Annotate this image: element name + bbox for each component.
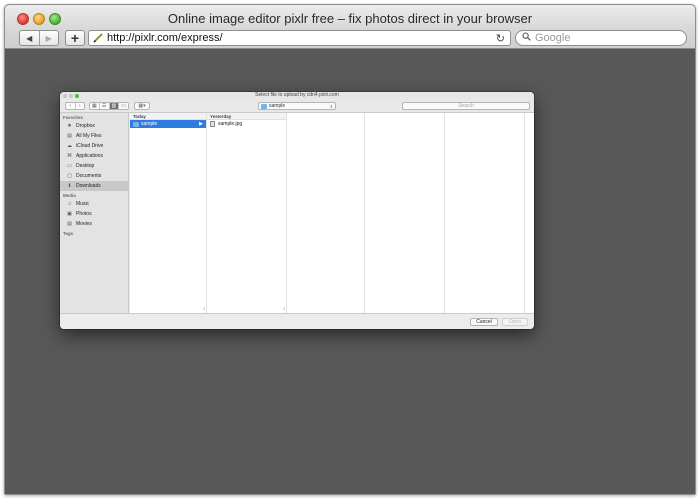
documents-icon: ▢ [67, 173, 72, 179]
empty-column [445, 113, 525, 313]
sidebar-item-desktop[interactable]: ▭ Desktop [60, 161, 128, 171]
file-label: sample.jpg [218, 121, 243, 127]
sidebar-item-applications[interactable]: ⌘ Applications [60, 151, 128, 161]
sidebar-item-label: Dropbox [76, 123, 95, 129]
sidebar-item-label: Photos [76, 211, 92, 217]
sidebar-item-label: Desktop [76, 163, 95, 169]
dialog-nav-buttons: ‹ › [65, 102, 85, 110]
browser-window: Online image editor pixlr free – fix pho… [4, 4, 696, 495]
sidebar-item-photos[interactable]: ▣ Photos [60, 209, 128, 219]
dialog-forward-icon[interactable]: › [74, 103, 85, 109]
url-text: http://pixlr.com/express/ [107, 32, 223, 44]
sidebar-item-label: Applications [76, 153, 103, 159]
file-row-sample-jpg[interactable]: sample.jpg [207, 120, 286, 128]
pencil-favicon-icon [93, 33, 103, 43]
page-content: Select file to upload by cdn4.pixlr.com … [5, 50, 695, 494]
dialog-sidebar: Favorites ❖ Dropbox ▤ All My Files ☁ iCl… [60, 113, 129, 313]
column-header: Yesterday [207, 113, 286, 120]
empty-column [365, 113, 445, 313]
sidebar-item-label: Documents [76, 173, 102, 179]
empty-column [287, 113, 365, 313]
back-arrow-icon[interactable]: ◀ [20, 31, 40, 45]
column-browser: Today sample ▶ ‖ Yesterday sample.jpg ‖ [130, 113, 534, 313]
popup-arrows-icon: ⇕ [329, 104, 333, 109]
close-window-button[interactable] [17, 13, 29, 25]
search-icon [522, 32, 531, 44]
applications-icon: ⌘ [67, 153, 72, 159]
downloads-icon: ⬇ [67, 183, 72, 189]
open-button[interactable]: Open [502, 318, 528, 326]
sidebar-item-music[interactable]: ♫ Music [60, 199, 128, 209]
tags-header: Tags [63, 231, 74, 236]
search-field[interactable] [515, 30, 687, 46]
sidebar-item-downloads[interactable]: ⬇ Downloads [60, 181, 128, 191]
folder-label: sample [141, 121, 158, 127]
disclosure-arrow-icon: ▶ [199, 121, 203, 127]
path-popup-label: sample [269, 103, 286, 109]
dialog-footer: Cancel Open [60, 313, 534, 329]
sidebar-item-dropbox[interactable]: ❖ Dropbox [60, 121, 128, 131]
zoom-window-button[interactable] [49, 13, 61, 25]
file-upload-dialog: Select file to upload by cdn4.pixlr.com … [60, 92, 534, 329]
sidebar-item-movies[interactable]: ▤ Movies [60, 219, 128, 229]
column-today: Today sample ▶ ‖ [130, 113, 207, 313]
folder-row-sample[interactable]: sample ▶ [130, 120, 206, 128]
navigation-buttons: ◀ ▶ [19, 30, 59, 46]
dialog-title: Select file to upload by cdn4.pixlr.com [255, 92, 339, 98]
arrange-icon[interactable]: ▦▾ [135, 103, 149, 109]
window-title: Online image editor pixlr free – fix pho… [167, 11, 533, 26]
dialog-titlebar: Select file to upload by cdn4.pixlr.com [60, 92, 534, 99]
sidebar-item-documents[interactable]: ▢ Documents [60, 171, 128, 181]
reload-icon[interactable]: ↻ [496, 32, 505, 45]
minimize-window-button[interactable] [33, 13, 45, 25]
dialog-toolbar: ‹ › ▦ ☰ ▥ ▭ ▦▾ sample ⇕ Search [60, 99, 534, 113]
movies-icon: ▤ [67, 221, 72, 227]
cancel-button[interactable]: Cancel [470, 318, 498, 326]
sidebar-item-all-my-files[interactable]: ▤ All My Files [60, 131, 128, 141]
cover-flow-icon[interactable]: ▭ [118, 103, 128, 109]
music-icon: ♫ [67, 201, 72, 207]
path-popup-button[interactable]: sample ⇕ [258, 102, 336, 110]
browser-toolbar: Online image editor pixlr free – fix pho… [5, 5, 695, 49]
column-view-icon[interactable]: ▥ [108, 103, 119, 109]
cloud-icon: ☁ [67, 143, 72, 149]
all-files-icon: ▤ [67, 133, 72, 139]
photos-icon: ▣ [67, 211, 72, 217]
sidebar-item-label: Movies [76, 221, 92, 227]
address-bar[interactable]: http://pixlr.com/express/ ↻ [88, 30, 511, 46]
folder-icon [261, 103, 267, 109]
dialog-search-field[interactable]: Search [402, 102, 530, 110]
media-header: Media [63, 193, 76, 198]
forward-arrow-icon[interactable]: ▶ [40, 31, 59, 45]
plus-icon[interactable]: + [65, 30, 85, 46]
dropbox-icon: ❖ [67, 123, 72, 129]
dialog-search-placeholder: Search [458, 103, 474, 109]
arrange-menu: ▦▾ [134, 102, 150, 110]
sidebar-item-label: iCloud Drive [76, 143, 104, 149]
sidebar-item-label: Downloads [76, 183, 101, 189]
image-file-icon [210, 121, 215, 127]
column-header: Today [130, 113, 206, 120]
search-input[interactable] [535, 32, 665, 44]
favorites-header: Favorites [63, 115, 84, 120]
dialog-back-icon[interactable]: ‹ [66, 103, 75, 109]
sidebar-item-label: Music [76, 201, 90, 207]
sidebar-item-label: All My Files [76, 133, 102, 139]
folder-icon [133, 121, 139, 127]
desktop-icon: ▭ [67, 163, 72, 169]
column-yesterday: Yesterday sample.jpg ‖ [207, 113, 287, 313]
list-view-icon[interactable]: ☰ [98, 103, 109, 109]
sidebar-item-icloud-drive[interactable]: ☁ iCloud Drive [60, 141, 128, 151]
view-mode-selector: ▦ ☰ ▥ ▭ [89, 102, 129, 110]
column-resize-handle[interactable]: ‖ [283, 306, 285, 311]
icon-view-icon[interactable]: ▦ [90, 103, 99, 109]
column-resize-handle[interactable]: ‖ [203, 306, 205, 311]
